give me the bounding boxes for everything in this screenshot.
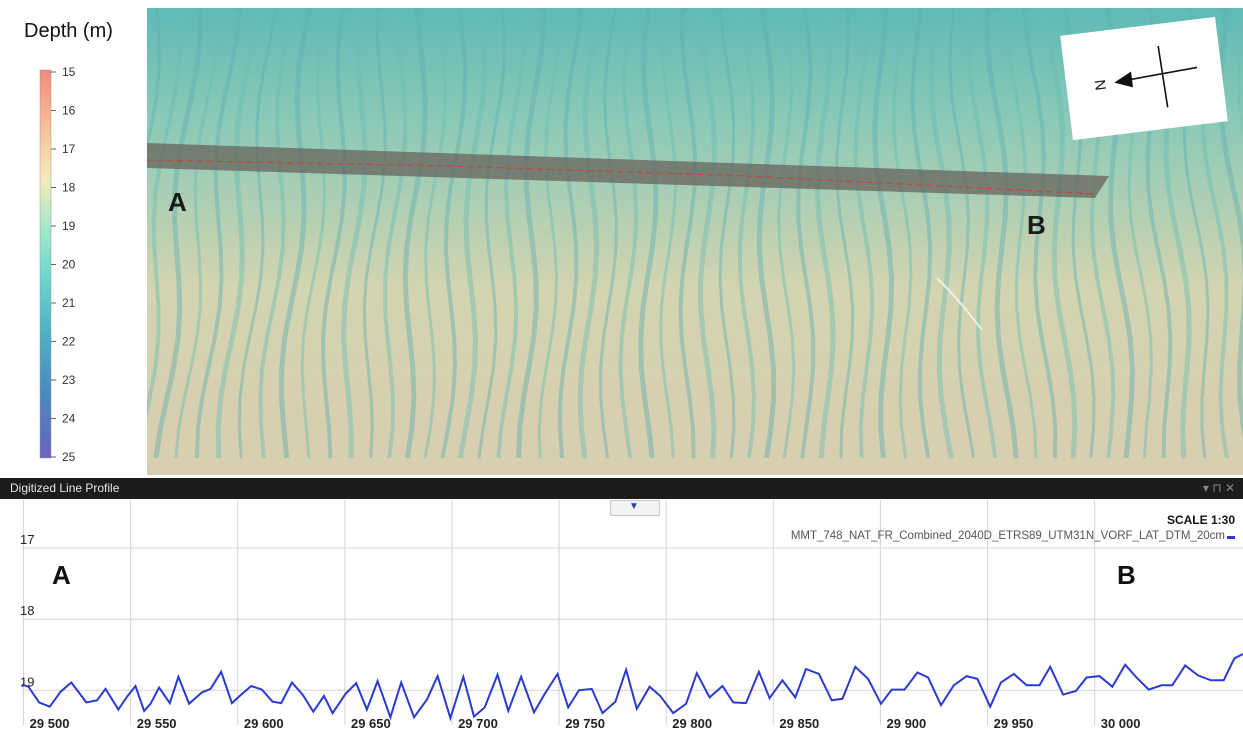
- dataset-legend-swatch: [1227, 536, 1235, 539]
- panel-title: Digitized Line Profile: [10, 481, 120, 495]
- legend-tick-label: 22: [62, 335, 76, 349]
- x-tick-label: 29 950: [994, 716, 1034, 731]
- legend-tick-label: 18: [62, 181, 76, 195]
- x-tick-label: 29 550: [137, 716, 177, 731]
- x-tick-label: 29 600: [244, 716, 284, 731]
- scene-label-b: B: [1027, 210, 1046, 240]
- compass-north-label: N: [1092, 78, 1110, 91]
- x-tick-label: 29 500: [30, 716, 70, 731]
- profile-panel-header[interactable]: Digitized Line Profile ▾ ⊓ ✕: [0, 478, 1243, 499]
- legend-tick-label: 25: [62, 450, 76, 464]
- legend-tick-label: 23: [62, 373, 76, 387]
- north-compass: N: [1060, 16, 1228, 141]
- legend-tick-label: 21: [62, 296, 76, 310]
- legend-tick-label: 15: [62, 65, 76, 79]
- x-tick-label: 30 000: [1101, 716, 1141, 731]
- x-tick-label: 29 850: [779, 716, 819, 731]
- panel-dropdown-button[interactable]: ▼: [610, 500, 660, 516]
- depth-legend: Depth (m) 15 16 17 18 19 20 21 22 23 24 25: [0, 0, 147, 475]
- chevron-down-icon: ▼: [629, 501, 639, 512]
- panel-window-controls[interactable]: ▾ ⊓ ✕: [1203, 481, 1235, 495]
- compass-arrow-icon: N: [1092, 45, 1198, 108]
- x-tick-label: 29 650: [351, 716, 391, 731]
- legend-tick-label: 17: [62, 142, 76, 156]
- y-tick-label: 18: [20, 603, 34, 618]
- profile-label-a: A: [52, 560, 71, 590]
- x-tick-label: 29 750: [565, 716, 605, 731]
- legend-tick-label: 24: [62, 412, 76, 426]
- legend-tick-label: 19: [62, 219, 76, 233]
- y-tick-label: 17: [20, 532, 34, 547]
- scale-label: SCALE 1:30: [1166, 513, 1235, 527]
- x-tick-label: 29 900: [887, 716, 927, 731]
- scene-label-a: A: [168, 187, 187, 217]
- legend-colorbar: 15 16 17 18 19 20 21 22 23 24 25: [39, 65, 76, 464]
- x-tick-label: 29 700: [458, 716, 498, 731]
- legend-tick-label: 16: [62, 104, 76, 118]
- dataset-legend-label: MMT_748_NAT_FR_Combined_2040D_ETRS89_UTM…: [790, 530, 1225, 542]
- profile-series-line: [21, 653, 1243, 722]
- legend-tick-label: 20: [62, 258, 76, 272]
- profile-label-b: B: [1117, 560, 1136, 590]
- x-tick-label: 29 800: [672, 716, 712, 731]
